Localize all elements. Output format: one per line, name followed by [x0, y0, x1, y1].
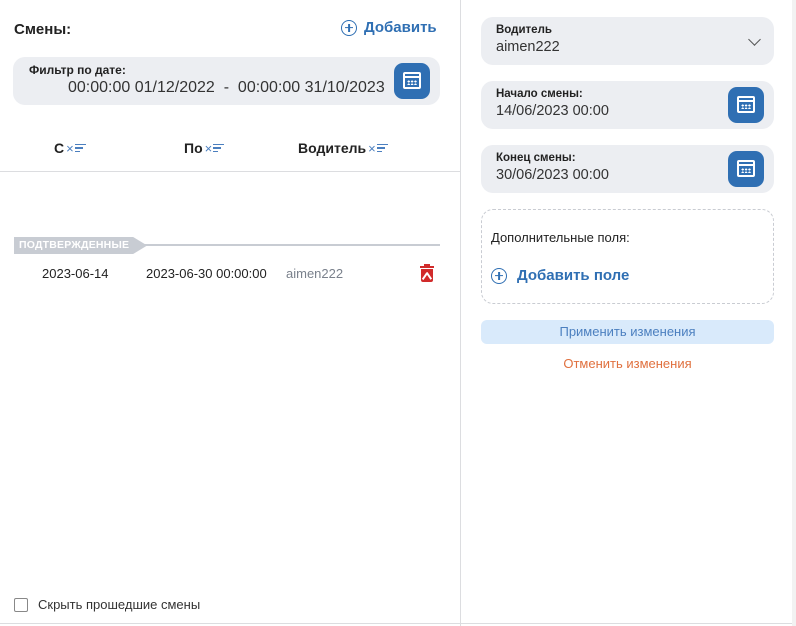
- group-label-confirmed: ПОДТВЕРЖДЕННЫЕ: [14, 237, 147, 254]
- hide-past-shifts-toggle[interactable]: Скрыть прошедшие смены: [14, 597, 200, 612]
- shift-editor-panel: Водитель aimen222 Начало смены: 14/06/20…: [462, 0, 796, 626]
- driver-select-label: Водитель: [496, 24, 552, 36]
- plus-circle-icon: [491, 267, 507, 284]
- trash-icon: [421, 269, 433, 282]
- clear-sort-icon[interactable]: ×: [66, 141, 86, 156]
- shift-start-value[interactable]: 14/06/2023 00:00: [496, 103, 609, 119]
- add-field-label: Добавить поле: [517, 267, 630, 284]
- table-row[interactable]: 2023-06-14 2023-06-30 00:00:00 aimen222: [0, 262, 460, 286]
- extra-fields-box: Дополнительные поля: Добавить поле: [481, 209, 774, 304]
- calendar-icon: [737, 96, 755, 113]
- date-filter[interactable]: Фильтр по дате: 00:00:00 01/12/2022 - 00…: [13, 57, 440, 105]
- column-header-from-label: С: [54, 140, 65, 156]
- header-divider: [0, 171, 460, 172]
- hide-past-shifts-checkbox[interactable]: [14, 597, 28, 612]
- cancel-changes-button[interactable]: Отменить изменения: [481, 356, 774, 371]
- clear-sort-icon[interactable]: ×: [368, 141, 388, 156]
- apply-changes-button[interactable]: Применить изменения: [481, 320, 774, 344]
- column-header-from[interactable]: С ×: [54, 140, 86, 156]
- shifts-panel: Смены: Добавить Фильтр по дате: 00:00:00…: [0, 0, 461, 626]
- shift-end-calendar-button[interactable]: [728, 151, 764, 187]
- add-shift-label: Добавить: [364, 19, 437, 36]
- chevron-down-icon: [748, 33, 761, 46]
- column-header-driver[interactable]: Водитель ×: [298, 140, 388, 156]
- column-header-to[interactable]: По ×: [184, 140, 225, 156]
- driver-select[interactable]: Водитель aimen222: [481, 17, 774, 65]
- add-field-button[interactable]: Добавить поле: [491, 267, 629, 284]
- add-shift-button[interactable]: Добавить: [341, 19, 437, 36]
- extra-fields-label: Дополнительные поля:: [491, 230, 630, 245]
- plus-circle-icon: [341, 19, 357, 36]
- shift-to: 2023-06-30 00:00:00: [146, 266, 267, 281]
- calendar-icon: [737, 160, 755, 177]
- scrollbar-track[interactable]: [792, 0, 796, 626]
- shift-end-label: Конец смены:: [496, 152, 576, 164]
- shifts-title: Смены:: [14, 21, 72, 38]
- column-header-driver-label: Водитель: [298, 140, 367, 156]
- shift-start-field[interactable]: Начало смены: 14/06/2023 00:00: [481, 81, 774, 129]
- clear-sort-icon[interactable]: ×: [205, 141, 225, 156]
- driver-select-value: aimen222: [496, 39, 560, 55]
- bottom-divider: [0, 623, 792, 624]
- shift-end-value[interactable]: 30/06/2023 00:00: [496, 167, 609, 183]
- date-filter-calendar-button[interactable]: [394, 63, 430, 99]
- column-header-to-label: По: [184, 140, 203, 156]
- hide-past-shifts-label: Скрыть прошедшие смены: [38, 597, 201, 612]
- date-filter-label: Фильтр по дате:: [29, 63, 126, 77]
- delete-shift-button[interactable]: [420, 264, 434, 282]
- shift-from: 2023-06-14: [42, 266, 109, 281]
- calendar-icon: [403, 72, 421, 89]
- shift-driver: aimen222: [286, 266, 344, 281]
- date-filter-range[interactable]: 00:00:00 01/12/2022 - 00:00:00 31/10/202…: [68, 79, 385, 97]
- shift-end-field[interactable]: Конец смены: 30/06/2023 00:00: [481, 145, 774, 193]
- shift-start-calendar-button[interactable]: [728, 87, 764, 123]
- shift-start-label: Начало смены:: [496, 88, 583, 100]
